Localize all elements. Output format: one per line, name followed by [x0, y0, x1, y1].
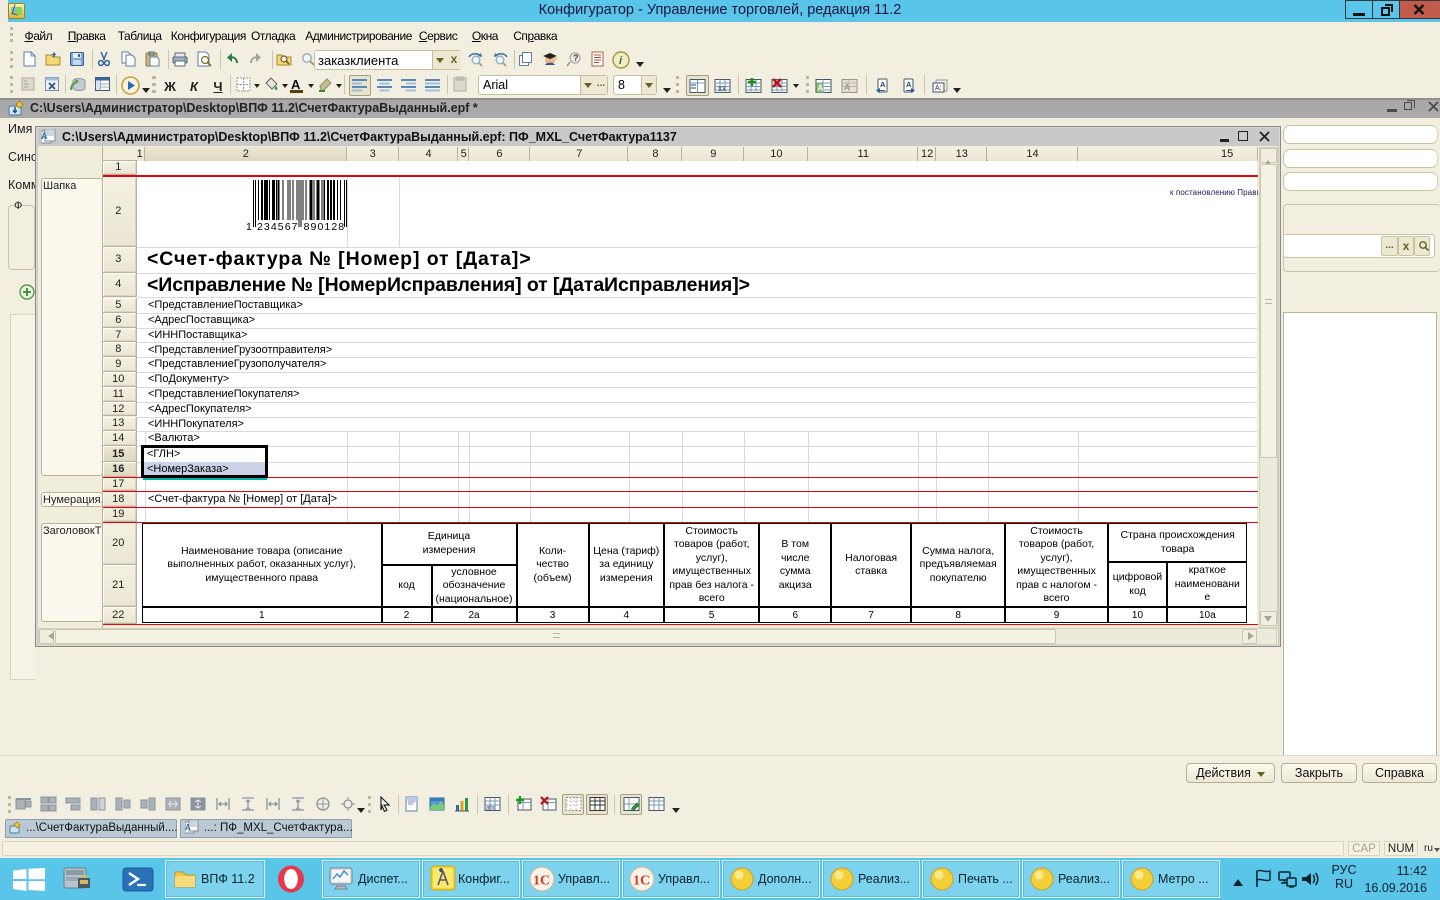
svg-text:A: A [880, 80, 886, 89]
svg-text:1С: 1С [633, 874, 650, 889]
svg-text:A: A [185, 823, 191, 832]
svg-text:A: A [906, 80, 912, 89]
svg-text:A: A [41, 131, 48, 141]
svg-text:A: A [844, 83, 850, 92]
svg-text:A:: A: [935, 85, 942, 92]
svg-text:abc: abc [486, 806, 496, 812]
svg-text:?: ? [573, 53, 579, 63]
svg-text:1С: 1С [533, 874, 550, 889]
svg-text:xx: xx [718, 84, 726, 93]
svg-text:A: A [818, 84, 824, 93]
